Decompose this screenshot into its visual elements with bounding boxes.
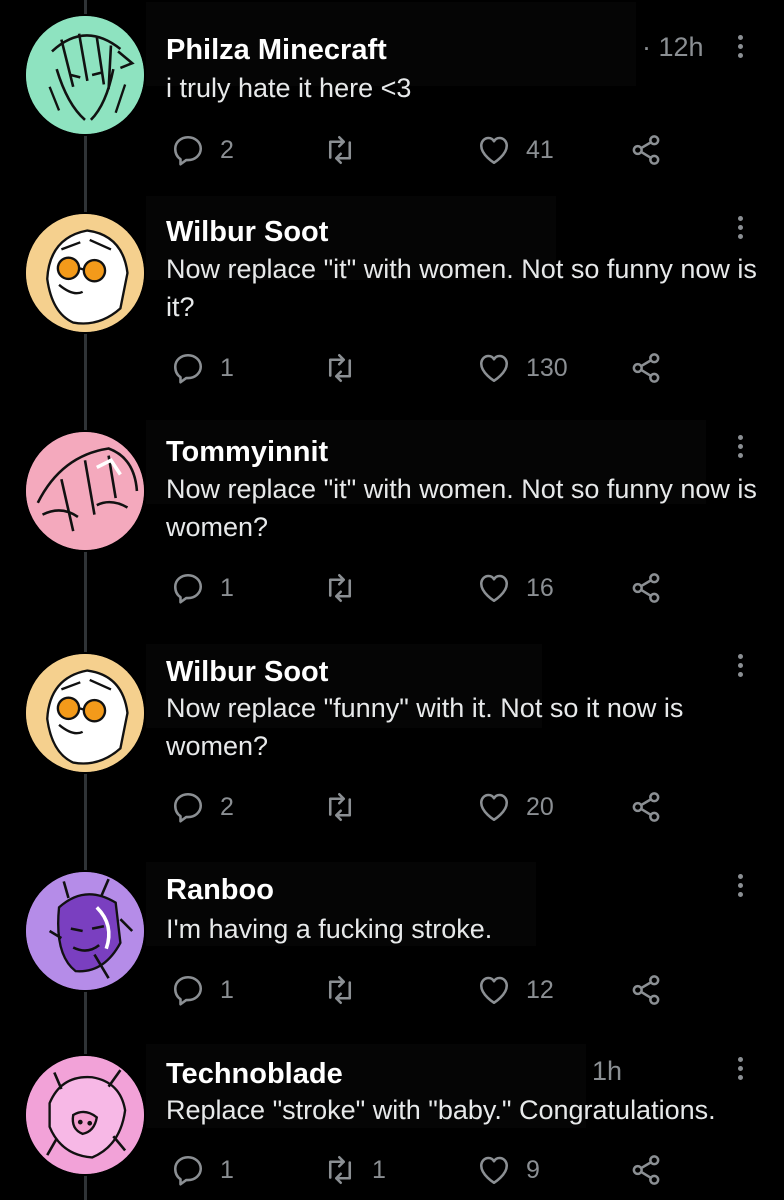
retweet-button[interactable]	[322, 568, 372, 608]
tweet-actions: 2 41	[0, 130, 784, 170]
tweet-text: Now replace "it" with women. Not so funn…	[166, 254, 757, 322]
more-icon[interactable]	[730, 1055, 750, 1085]
reply-button[interactable]: 2	[170, 130, 234, 170]
retweet-icon	[328, 573, 352, 603]
heart-icon	[479, 574, 509, 603]
retweet-button[interactable]: 1	[322, 1150, 386, 1190]
avatar-drawing	[26, 214, 144, 332]
tweet-text: Now replace "funny" with it. Not so it n…	[166, 693, 684, 761]
reply-count: 1	[220, 975, 234, 1004]
share-button[interactable]	[628, 568, 664, 608]
retweet-button[interactable]	[322, 130, 372, 170]
more-icon[interactable]	[730, 652, 750, 682]
like-count: 41	[526, 135, 554, 164]
avatar[interactable]	[24, 14, 146, 136]
author-name[interactable]: Wilbur Soot	[166, 216, 328, 249]
like-button[interactable]: 12	[476, 970, 554, 1010]
like-button[interactable]: 9	[476, 1150, 540, 1190]
reply-button[interactable]: 1	[170, 348, 234, 388]
more-icon[interactable]	[730, 433, 750, 463]
heart-icon	[479, 793, 509, 822]
like-count: 16	[526, 573, 554, 602]
timestamp: · 12h	[642, 32, 704, 62]
more-icon[interactable]	[730, 214, 750, 244]
reply-button[interactable]: 1	[170, 1150, 234, 1190]
retweet-icon	[328, 353, 352, 383]
tweet-actions: 1 12	[0, 970, 784, 1010]
share-icon	[632, 792, 660, 822]
tweet-actions: 1 16	[0, 568, 784, 608]
heart-icon	[479, 136, 509, 165]
share-icon	[632, 1155, 660, 1185]
heart-icon	[479, 976, 509, 1005]
tweet-actions: 1 130	[0, 348, 784, 388]
author-name[interactable]: Philza Minecraft	[166, 34, 387, 67]
like-count: 20	[526, 792, 554, 821]
reply-count: 1	[220, 1155, 234, 1184]
author-name[interactable]: Wilbur Soot	[166, 656, 328, 689]
reply-icon	[173, 792, 203, 823]
reply-icon	[173, 135, 203, 166]
timestamp: 1h	[592, 1056, 623, 1086]
reply-count: 1	[220, 353, 234, 382]
avatar-drawing	[26, 654, 144, 772]
reply-button[interactable]: 1	[170, 970, 234, 1010]
avatar[interactable]	[24, 212, 146, 334]
tweet-text: Replace "stroke" with "baby." Congratula…	[166, 1095, 716, 1125]
retweet-button[interactable]	[322, 970, 372, 1010]
avatar[interactable]	[24, 652, 146, 774]
retweet-icon	[328, 135, 352, 165]
more-icon[interactable]	[730, 33, 750, 63]
like-count: 130	[526, 353, 568, 382]
retweet-button[interactable]	[322, 787, 372, 827]
author-name[interactable]: Ranboo	[166, 874, 274, 907]
more-icon[interactable]	[730, 872, 750, 902]
reply-button[interactable]: 1	[170, 568, 234, 608]
share-icon	[632, 975, 660, 1005]
retweet-icon	[328, 975, 352, 1005]
like-count: 9	[526, 1155, 540, 1184]
share-button[interactable]	[628, 348, 664, 388]
avatar-drawing	[26, 16, 144, 134]
like-button[interactable]: 130	[476, 348, 568, 388]
reply-count: 2	[220, 792, 234, 821]
reply-count: 1	[220, 573, 234, 602]
share-button[interactable]	[628, 130, 664, 170]
retweet-icon	[328, 792, 352, 822]
author-name[interactable]: Tommyinnit	[166, 436, 328, 469]
share-button[interactable]	[628, 787, 664, 827]
share-button[interactable]	[628, 1150, 664, 1190]
retweet-icon	[328, 1155, 352, 1185]
reply-button[interactable]: 2	[170, 787, 234, 827]
share-icon	[632, 135, 660, 165]
share-icon	[632, 353, 660, 383]
tweet-text: i truly hate it here <3	[166, 73, 412, 103]
retweet-button[interactable]	[322, 348, 372, 388]
share-icon	[632, 573, 660, 603]
share-button[interactable]	[628, 970, 664, 1010]
heart-icon	[479, 1156, 509, 1185]
avatar[interactable]	[24, 430, 146, 552]
reply-count: 2	[220, 135, 234, 164]
like-button[interactable]: 20	[476, 787, 554, 827]
reply-icon	[173, 975, 203, 1006]
like-count: 12	[526, 975, 554, 1004]
tweet-text: Now replace "it" with women. Not so funn…	[166, 474, 757, 542]
tweet-actions: 2 20	[0, 787, 784, 827]
reply-icon	[173, 1155, 203, 1186]
reply-icon	[173, 573, 203, 604]
tweet-text: I'm having a fucking stroke.	[166, 914, 493, 944]
heart-icon	[479, 354, 509, 383]
tweet-actions: 1 1 9	[0, 1150, 784, 1190]
like-button[interactable]: 16	[476, 568, 554, 608]
reply-icon	[173, 353, 203, 384]
like-button[interactable]: 41	[476, 130, 554, 170]
author-name[interactable]: Technoblade	[166, 1058, 343, 1091]
avatar-drawing	[26, 432, 144, 550]
retweet-count: 1	[372, 1155, 386, 1184]
